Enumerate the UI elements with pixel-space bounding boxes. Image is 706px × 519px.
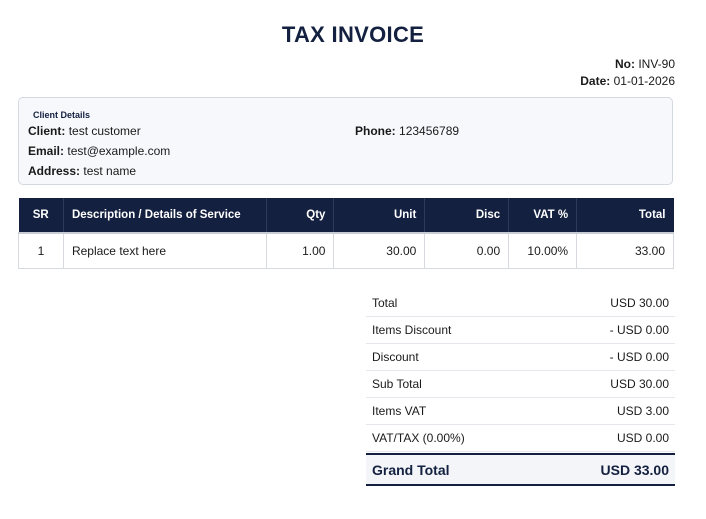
totals-summary: Total USD 30.00 Items Discount - USD 0.0… <box>366 290 675 486</box>
totals-value: USD 0.00 <box>616 431 669 445</box>
grand-total-value: USD 33.00 <box>600 461 669 478</box>
totals-value: USD 30.00 <box>610 296 669 310</box>
items-table: SR Description / Details of Service Qty … <box>18 198 674 269</box>
totals-value: - USD 0.00 <box>609 323 669 337</box>
client-email-label: Email: <box>28 144 65 158</box>
invoice-number-value: INV-90 <box>638 57 675 71</box>
cell-vat: 10.00% <box>508 232 578 269</box>
invoice-number: No: INV-90 <box>580 56 675 73</box>
totals-row-total: Total USD 30.00 <box>366 290 675 317</box>
totals-row-vat-tax: VAT/TAX (0.00%) USD 0.00 <box>366 425 675 452</box>
col-header-sr: SR <box>18 198 64 233</box>
cell-description: Replace text here <box>62 232 267 269</box>
totals-value: USD 30.00 <box>610 377 669 391</box>
totals-value: USD 3.00 <box>616 404 669 418</box>
client-phone-label: Phone: <box>355 124 396 138</box>
client-details-heading: Client Details <box>33 110 91 120</box>
items-table-header: SR Description / Details of Service Qty … <box>18 198 674 233</box>
col-header-vat: VAT % <box>508 198 578 233</box>
invoice-date-value: 01-01-2026 <box>613 74 675 88</box>
grand-total-row: Grand Total USD 33.00 <box>366 453 675 486</box>
totals-row-items-vat: Items VAT USD 3.00 <box>366 398 675 425</box>
totals-row-subtotal: Sub Total USD 30.00 <box>366 371 675 398</box>
invoice-date-label: Date: <box>580 74 611 88</box>
client-address-value: test name <box>83 164 137 178</box>
client-name-value: test customer <box>68 124 141 138</box>
totals-row-items-discount: Items Discount - USD 0.00 <box>366 317 675 344</box>
totals-row-discount: Discount - USD 0.00 <box>366 344 675 371</box>
grand-total-label: Grand Total <box>372 461 450 478</box>
totals-value: - USD 0.00 <box>609 350 669 364</box>
client-name-line: Client: test customer <box>28 124 141 138</box>
totals-label: Total <box>372 296 398 310</box>
client-address-line: Address: test name <box>28 164 136 178</box>
col-header-qty: Qty <box>266 198 335 233</box>
invoice-meta: No: INV-90 Date: 01-01-2026 <box>580 56 675 90</box>
cell-unit: 30.00 <box>333 232 426 269</box>
cell-sr: 1 <box>18 232 64 269</box>
col-header-unit: Unit <box>333 198 426 233</box>
invoice-number-label: No: <box>614 57 635 71</box>
totals-label: Items Discount <box>372 323 452 337</box>
client-details-panel: Client Details Client: test customer Pho… <box>18 97 673 185</box>
invoice-date: Date: 01-01-2026 <box>580 73 675 90</box>
client-email-line: Email: test@example.com <box>28 144 170 158</box>
client-phone-value: 123456789 <box>399 124 460 138</box>
totals-label: Discount <box>372 350 419 364</box>
totals-label: Items VAT <box>372 404 427 418</box>
client-phone-line: Phone: 123456789 <box>355 124 459 138</box>
col-header-disc: Disc <box>424 198 510 233</box>
client-address-label: Address: <box>28 164 81 178</box>
cell-qty: 1.00 <box>265 232 335 269</box>
client-name-label: Client: <box>28 124 66 138</box>
totals-label: VAT/TAX (0.00%) <box>372 431 465 445</box>
cell-disc: 0.00 <box>424 232 510 269</box>
col-header-total: Total <box>576 198 674 233</box>
client-email-value: test@example.com <box>67 144 171 158</box>
totals-label: Sub Total <box>372 377 422 391</box>
table-row: 1 Replace text here 1.00 30.00 0.00 10.0… <box>18 232 674 269</box>
invoice-title: TAX INVOICE <box>281 22 425 47</box>
col-header-description: Description / Details of Service <box>63 198 267 233</box>
cell-total: 33.00 <box>576 232 674 269</box>
